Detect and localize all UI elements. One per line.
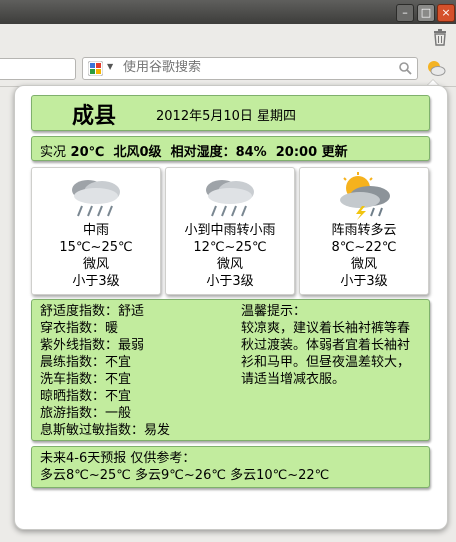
day3-temp: 8℃~22℃ xyxy=(331,240,397,255)
now-temp: 20℃ xyxy=(70,145,105,160)
window-titlebar: – □ × xyxy=(0,0,456,24)
day2-wind-level: 小于3级 xyxy=(206,274,254,289)
index-travel: 旅游指数：一般 xyxy=(40,406,132,421)
day1-wind: 微风 xyxy=(82,257,109,272)
forecast-day-3: 阵雨转多云 8℃~22℃ 微风 小于3级 xyxy=(299,167,429,295)
url-bar[interactable] xyxy=(0,58,76,80)
close-button[interactable]: × xyxy=(437,4,455,22)
minimize-button[interactable]: – xyxy=(396,4,414,22)
life-indices-panel: 舒适度指数：舒适 穿衣指数：暖 紫外线指数：最弱 晨练指数：不宜 洗车指数：不宜… xyxy=(31,299,430,441)
index-car-wash: 洗车指数：不宜 xyxy=(40,372,132,387)
index-drying: 晾晒指数：不宜 xyxy=(40,389,132,404)
trash-icon[interactable] xyxy=(431,28,449,46)
day1-condition: 中雨 xyxy=(82,223,109,238)
thunderstorm-sun-icon xyxy=(340,172,390,220)
cloud-rain-icon xyxy=(72,180,120,217)
index-morning-exercise: 晨练指数：不宜 xyxy=(40,355,132,370)
day2-temp: 12℃~25℃ xyxy=(193,240,267,255)
date-text: 2012年5月10日 星期四 xyxy=(156,109,297,124)
now-label: 实况 xyxy=(40,145,67,160)
day3-wind-level: 小于3级 xyxy=(340,274,388,289)
search-bar[interactable]: ▼ xyxy=(82,57,418,80)
now-humidity: 相对湿度：84% xyxy=(170,145,267,160)
engine-dropdown-icon[interactable]: ▼ xyxy=(107,62,113,71)
tips-title: 温馨提示： xyxy=(241,304,307,319)
day3-wind: 微风 xyxy=(350,257,377,272)
search-icon[interactable] xyxy=(398,61,412,75)
index-allergy: 息斯敏过敏指数：易发 xyxy=(40,423,171,438)
index-comfort: 舒适度指数：舒适 xyxy=(40,304,145,319)
search-input[interactable] xyxy=(123,60,383,75)
tips-text: 较凉爽，建议着长袖衬裤等春秋过渡装。体弱者宜着长袖衬衫和马甲。但昼夜温差较大，请… xyxy=(241,321,411,387)
current-conditions: 实况 20℃ 北风0级 相对湿度：84% 20:00 更新 xyxy=(31,136,430,161)
weather-extension-icon[interactable] xyxy=(425,57,447,79)
cloud-rain-icon xyxy=(206,180,254,217)
index-dressing: 穿衣指数：暖 xyxy=(40,321,119,336)
extended-forecast-panel: 未来4-6天预报 仅供参考： 多云8℃~25℃ 多云9℃~26℃ 多云10℃~2… xyxy=(31,446,430,488)
index-uv: 紫外线指数：最弱 xyxy=(40,338,145,353)
day1-wind-level: 小于3级 xyxy=(72,274,120,289)
now-wind: 北风0级 xyxy=(113,145,162,160)
day1-temp: 15℃~25℃ xyxy=(59,240,133,255)
day2-wind: 微风 xyxy=(216,257,243,272)
indices-list: 舒适度指数：舒适 穿衣指数：暖 紫外线指数：最弱 晨练指数：不宜 洗车指数：不宜… xyxy=(40,303,170,439)
maximize-button[interactable]: □ xyxy=(417,4,435,22)
day2-condition: 小到中雨转小雨 xyxy=(184,223,276,238)
tips-section: 温馨提示： 较凉爽，建议着长袖衬裤等春秋过渡装。体弱者宜着长袖衬衫和马甲。但昼夜… xyxy=(241,303,417,388)
day3-condition: 阵雨转多云 xyxy=(331,223,397,238)
city-header: 成县 2012年5月10日 星期四 xyxy=(31,95,430,131)
forecast-day-2: 小到中雨转小雨 12℃~25℃ 微风 小于3级 xyxy=(165,167,295,295)
google-icon[interactable] xyxy=(88,61,103,76)
forecast-day-1: 中雨 15℃~25℃ 微风 小于3级 xyxy=(31,167,161,295)
extended-forecast-text: 多云8℃~25℃ 多云9℃~26℃ 多云10℃~22℃ xyxy=(40,468,330,483)
extended-forecast-title: 未来4-6天预报 仅供参考： xyxy=(40,451,196,466)
city-name: 成县 xyxy=(72,104,117,129)
now-update-time: 20:00 更新 xyxy=(275,145,348,160)
